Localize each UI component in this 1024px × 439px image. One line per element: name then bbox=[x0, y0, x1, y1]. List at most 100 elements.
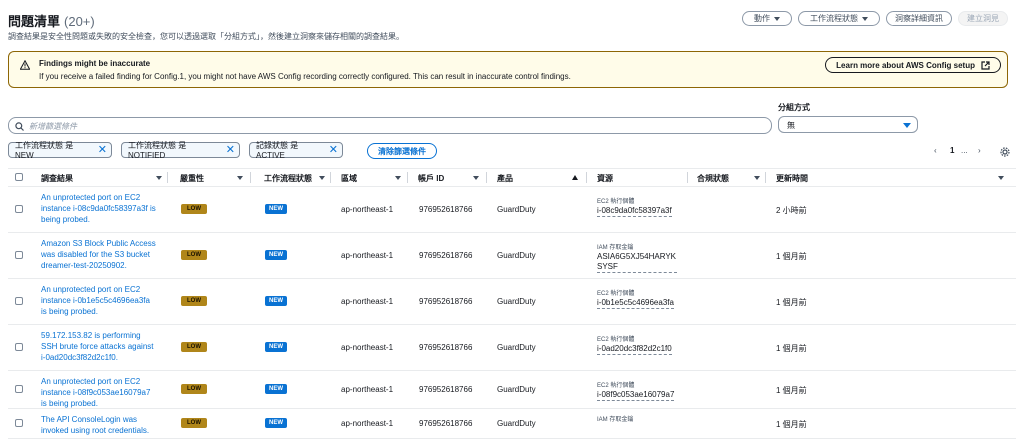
product-cell: GuardDuty bbox=[497, 297, 536, 306]
actions-button[interactable]: 動作 bbox=[742, 11, 792, 26]
finding-title-link[interactable]: An unprotected port on EC2 instance i-0b… bbox=[41, 284, 156, 317]
account-id-cell: 976952618766 bbox=[419, 343, 473, 352]
updated-time-cell: 2 小時前 bbox=[776, 206, 807, 215]
column-header-product[interactable]: 產品 bbox=[497, 173, 513, 184]
workflow-status-badge: NEW bbox=[265, 418, 287, 428]
severity-badge: LOW bbox=[181, 250, 207, 260]
finding-title-link[interactable]: Amazon S3 Block Public Access was disabl… bbox=[41, 238, 156, 271]
column-header-workflow[interactable]: 工作流程狀態 bbox=[264, 173, 312, 184]
column-divider bbox=[167, 172, 168, 183]
updated-time-cell: 1 個月前 bbox=[776, 420, 807, 429]
account-id-cell: 976952618766 bbox=[419, 251, 473, 260]
workflow-status-label: 工作流程狀態 bbox=[810, 14, 858, 23]
updated-time-cell: 1 個月前 bbox=[776, 252, 807, 261]
resource-type: IAM 存取金鑰 bbox=[597, 417, 634, 423]
clear-filters-button[interactable]: 清除篩選條件 bbox=[367, 143, 437, 159]
column-header-severity[interactable]: 嚴重性 bbox=[180, 173, 204, 184]
finding-title-link[interactable]: An unprotected port on EC2 instance i-08… bbox=[41, 376, 156, 409]
resource-type: IAM 存取金鑰 bbox=[597, 245, 634, 251]
region-cell: ap-northeast-1 bbox=[341, 385, 394, 394]
gear-icon[interactable] bbox=[1000, 147, 1010, 157]
updated-time-cell: 1 個月前 bbox=[776, 298, 807, 307]
group-by-select[interactable]: 無 bbox=[778, 116, 918, 133]
resource-type: EC2 執行個體 bbox=[597, 199, 635, 205]
column-header-region[interactable]: 區域 bbox=[341, 173, 357, 184]
finding-title-link[interactable]: An unprotected port on EC2 instance i-08… bbox=[41, 192, 156, 225]
filter-chip-label: 工作流程狀態 是 NEW bbox=[15, 141, 74, 160]
sort-caret-icon[interactable] bbox=[473, 176, 479, 180]
workflow-status-button[interactable]: 工作流程狀態 bbox=[798, 11, 880, 26]
resource-id-link[interactable]: i-08f9c053ae16079a7 bbox=[597, 390, 675, 401]
column-divider bbox=[765, 172, 766, 183]
table-row[interactable]: 59.172.153.82 is performing SSH brute fo… bbox=[8, 324, 1016, 371]
search-icon bbox=[15, 122, 24, 131]
column-divider bbox=[250, 172, 251, 183]
account-id-cell: 976952618766 bbox=[419, 419, 473, 428]
severity-badge: LOW bbox=[181, 418, 207, 428]
page-number[interactable]: 1 bbox=[950, 146, 954, 155]
resource-id-link[interactable]: i-0b1e5c5c4696ea3fa bbox=[597, 298, 674, 309]
view-insight-details-button[interactable]: 洞察詳細資訊 bbox=[886, 11, 952, 26]
row-checkbox[interactable] bbox=[15, 343, 23, 351]
sort-caret-icon[interactable] bbox=[156, 176, 162, 180]
sort-caret-icon[interactable] bbox=[395, 176, 401, 180]
sort-caret-icon[interactable] bbox=[998, 176, 1004, 180]
column-header-compliance[interactable]: 合規狀態 bbox=[697, 173, 729, 184]
region-cell: ap-northeast-1 bbox=[341, 251, 394, 260]
resource-id-link[interactable]: i-0ad20dc3f82d2c1f0 bbox=[597, 344, 672, 355]
table-row[interactable]: The API ConsoleLogin was invoked using r… bbox=[8, 408, 1016, 439]
row-checkbox[interactable] bbox=[15, 297, 23, 305]
table-row[interactable]: An unprotected port on EC2 instance i-0b… bbox=[8, 278, 1016, 325]
group-by-label: 分組方式 bbox=[778, 103, 810, 112]
close-icon[interactable]: ✕ bbox=[329, 144, 338, 156]
create-insight-label: 建立洞見 bbox=[967, 14, 999, 23]
severity-badge: LOW bbox=[181, 296, 207, 306]
region-cell: ap-northeast-1 bbox=[341, 297, 394, 306]
column-header-resource[interactable]: 資源 bbox=[597, 173, 613, 184]
aws-config-learn-more-button[interactable]: Learn more about AWS Config setup bbox=[825, 57, 1001, 73]
row-checkbox[interactable] bbox=[15, 419, 23, 427]
account-id-cell: 976952618766 bbox=[419, 297, 473, 306]
column-header-updated[interactable]: 更新時間 bbox=[776, 173, 808, 184]
select-all-checkbox[interactable] bbox=[15, 173, 23, 181]
sort-caret-icon[interactable] bbox=[754, 176, 760, 180]
create-insight-button[interactable]: 建立洞見 bbox=[958, 11, 1008, 26]
table-row[interactable]: An unprotected port on EC2 instance i-08… bbox=[8, 370, 1016, 409]
close-icon[interactable]: ✕ bbox=[226, 144, 235, 156]
prev-page-icon[interactable]: ‹ bbox=[934, 146, 937, 155]
title-text: 問題清單 bbox=[8, 14, 61, 29]
row-checkbox[interactable] bbox=[15, 205, 23, 213]
caret-down-icon bbox=[903, 123, 911, 128]
filter-chip-label: 記錄狀態 是 ACTIVE bbox=[256, 141, 299, 160]
column-divider bbox=[486, 172, 487, 183]
resource-id-link[interactable]: i-08c9da0fc58397a3f bbox=[597, 206, 672, 217]
findings-count: (20+) bbox=[64, 14, 95, 29]
search-placeholder: 新增篩選條件 bbox=[29, 122, 77, 131]
table-row[interactable]: An unprotected port on EC2 instance i-08… bbox=[8, 186, 1016, 233]
region-cell: ap-northeast-1 bbox=[341, 205, 394, 214]
resource-type: EC2 執行個體 bbox=[597, 337, 635, 343]
product-cell: GuardDuty bbox=[497, 205, 536, 214]
column-header-account[interactable]: 帳戶 ID bbox=[418, 173, 444, 184]
filter-chip-workflow-notified: 工作流程狀態 是 NOTIFIED ✕ bbox=[121, 141, 240, 160]
external-link-icon bbox=[981, 60, 990, 70]
product-cell: GuardDuty bbox=[497, 385, 536, 394]
finding-title-link[interactable]: 59.172.153.82 is performing SSH brute fo… bbox=[41, 330, 156, 363]
view-details-label: 洞察詳細資訊 bbox=[895, 14, 943, 23]
table-row[interactable]: Amazon S3 Block Public Access was disabl… bbox=[8, 232, 1016, 279]
sort-caret-icon[interactable] bbox=[319, 176, 325, 180]
sort-caret-icon[interactable] bbox=[237, 176, 243, 180]
row-checkbox[interactable] bbox=[15, 251, 23, 259]
account-id-cell: 976952618766 bbox=[419, 385, 473, 394]
close-icon[interactable]: ✕ bbox=[98, 144, 107, 156]
column-divider bbox=[687, 172, 688, 183]
row-checkbox[interactable] bbox=[15, 385, 23, 393]
product-cell: GuardDuty bbox=[497, 419, 536, 428]
region-cell: ap-northeast-1 bbox=[341, 343, 394, 352]
resource-id-link[interactable]: ASIA6G5XJ54HARYKSYSF bbox=[597, 252, 677, 273]
account-id-cell: 976952618766 bbox=[419, 205, 473, 214]
next-page-icon[interactable]: › bbox=[978, 146, 981, 155]
sort-ascending-icon[interactable] bbox=[572, 175, 578, 180]
column-header-finding[interactable]: 調查結果 bbox=[41, 173, 73, 184]
filter-search-input[interactable]: 新增篩選條件 bbox=[8, 117, 772, 134]
